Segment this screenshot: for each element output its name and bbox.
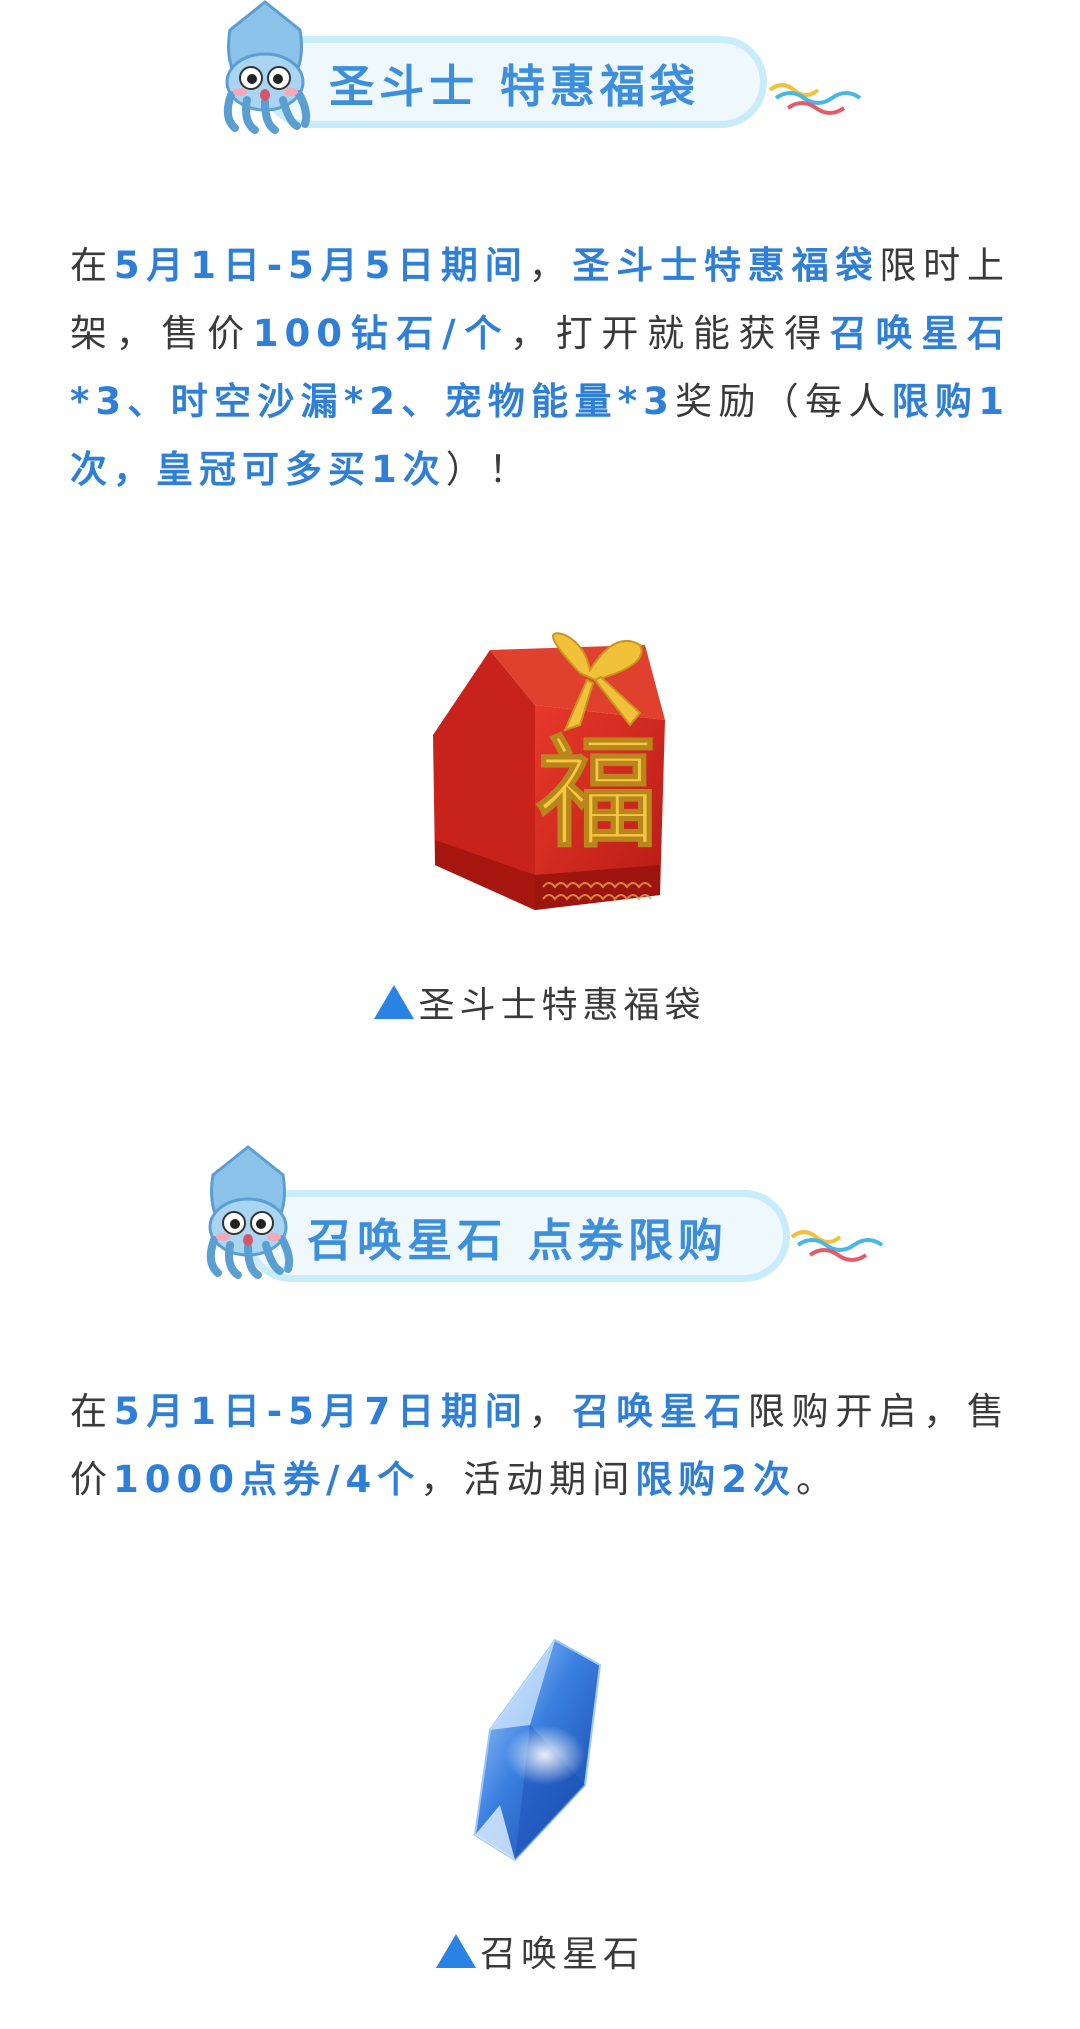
triangle-up-icon [374,985,415,1019]
summon-crystal-image [473,1638,602,1862]
section2-header: 召唤星石 点券限购 [0,1145,1080,1285]
section1-paragraph: 在5月1日-5月5日期间，圣斗士特惠福袋限时上架，售价100钻石/个，打开就能获… [70,232,1010,504]
section2-paragraph: 在5月1日-5月7日期间，召唤星石限购开启，售价1000点券/4个，活动期间限购… [70,1378,1010,1514]
lucky-bag-image: 福 [433,632,665,910]
highlight-text: 1000点券/4个 [113,1458,421,1501]
section1-title: 圣斗士 特惠福袋 [329,59,700,113]
highlight-text: 召唤星石 [572,1390,748,1433]
highlight-text: 100钻石/个 [252,312,511,355]
body-text: 在 [70,244,114,287]
highlight-text: 5月1日-5月5日期间 [113,244,529,287]
section2-title-pill: 召唤星石 点券限购 [245,1190,790,1282]
squid-mascot-icon [206,1145,294,1279]
body-text: 在 [70,1390,114,1433]
section1-header: 圣斗士 特惠福袋 [0,0,1080,140]
highlight-text: 圣斗士特惠福袋 [572,244,880,287]
highlight-text: 5月1日-5月7日期间 [113,1390,529,1433]
body-text: 。 [796,1458,839,1501]
waves-icon [790,1230,884,1262]
body-text: ，打开就能获得 [510,312,830,355]
highlight-text: 限购2次 [635,1458,796,1501]
section1-title-pill: 圣斗士 特惠福袋 [262,36,767,128]
body-text: ，活动期间 [420,1458,636,1501]
section2-caption: 召唤星石 [0,1925,1080,1977]
waves-icon [768,83,862,115]
lucky-bag-glyph: 福 [536,723,657,864]
section2-caption-text: 召唤星石 [479,1934,644,1975]
section1-caption-text: 圣斗士特惠福袋 [418,985,706,1026]
body-text: 奖励（每人 [674,380,892,423]
section2-title: 召唤星石 点券限购 [307,1213,728,1267]
section1-caption: 圣斗士特惠福袋 [0,976,1080,1028]
body-text: ， [528,244,573,287]
squid-mascot-icon [223,0,311,134]
body-text: ， [528,1390,573,1433]
triangle-up-icon [435,1934,476,1968]
body-text: ）！ [445,448,532,491]
